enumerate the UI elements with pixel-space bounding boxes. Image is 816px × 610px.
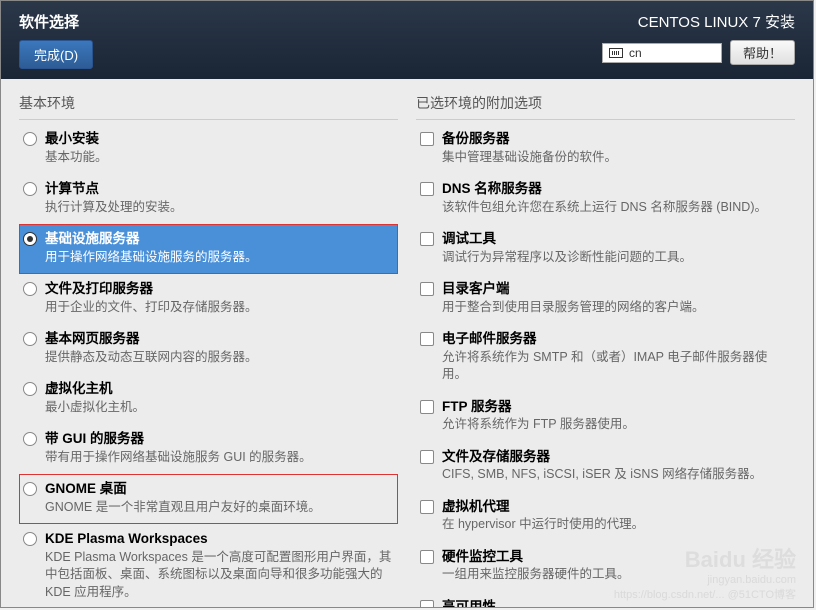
addons-column: 已选环境的附加选项 备份服务器集中管理基础设施备份的软件。DNS 名称服务器该软… <box>416 93 795 607</box>
addon-item[interactable]: FTP 服务器允许将系统作为 FTP 服务器使用。 <box>416 392 795 442</box>
env-item-title: GNOME 桌面 <box>45 480 392 498</box>
checkbox-icon <box>420 332 434 346</box>
addon-item-desc: 用于整合到使用目录服务管理的网络的客户端。 <box>442 299 789 317</box>
checkbox-icon <box>420 132 434 146</box>
env-item-title: 基本网页服务器 <box>45 330 392 348</box>
base-env-item[interactable]: 带 GUI 的服务器带有用于操作网络基础设施服务 GUI 的服务器。 <box>19 424 398 474</box>
env-item-desc: KDE Plasma Workspaces 是一个高度可配置图形用户界面，其中包… <box>45 549 392 602</box>
radio-icon <box>23 232 37 246</box>
base-env-item[interactable]: 文件及打印服务器用于企业的文件、打印及存储服务器。 <box>19 274 398 324</box>
checkbox-icon <box>420 500 434 514</box>
addon-item[interactable]: 电子邮件服务器允许将系统作为 SMTP 和（或者）IMAP 电子邮件服务器使用。 <box>416 324 795 392</box>
env-item-title: 最小安装 <box>45 130 392 148</box>
base-env-heading: 基本环境 <box>19 93 398 120</box>
checkbox-icon <box>420 550 434 564</box>
addon-item-title: 电子邮件服务器 <box>442 330 789 348</box>
radio-icon <box>23 382 37 396</box>
addons-heading: 已选环境的附加选项 <box>416 93 795 120</box>
addon-item[interactable]: 硬件监控工具一组用来监控服务器硬件的工具。 <box>416 542 795 592</box>
addon-item-title: 高可用性 <box>442 598 789 607</box>
base-env-item[interactable]: KDE Plasma WorkspacesKDE Plasma Workspac… <box>19 524 398 607</box>
addon-item[interactable]: 备份服务器集中管理基础设施备份的软件。 <box>416 124 795 174</box>
base-env-item[interactable]: GNOME 桌面GNOME 是一个非常直观且用户友好的桌面环境。 <box>19 474 398 524</box>
addon-item-desc: 一组用来监控服务器硬件的工具。 <box>442 566 789 584</box>
env-item-desc: 用于操作网络基础设施服务的服务器。 <box>45 249 392 267</box>
addon-item-title: FTP 服务器 <box>442 398 789 416</box>
addon-item[interactable]: 目录客户端用于整合到使用目录服务管理的网络的客户端。 <box>416 274 795 324</box>
addon-item-title: 文件及存储服务器 <box>442 448 789 466</box>
done-button[interactable]: 完成(D) <box>19 40 93 69</box>
addon-item-desc: 允许将系统作为 FTP 服务器使用。 <box>442 416 789 434</box>
addon-item-desc: 调试行为异常程序以及诊断性能问题的工具。 <box>442 249 789 267</box>
addon-item[interactable]: 虚拟机代理在 hypervisor 中运行时使用的代理。 <box>416 492 795 542</box>
checkbox-icon <box>420 400 434 414</box>
product-title: CENTOS LINUX 7 安装 <box>602 11 795 32</box>
radio-icon <box>23 532 37 546</box>
env-item-desc: GNOME 是一个非常直观且用户友好的桌面环境。 <box>45 499 392 517</box>
env-item-title: 基础设施服务器 <box>45 230 392 248</box>
radio-icon <box>23 182 37 196</box>
addon-item[interactable]: 文件及存储服务器CIFS, SMB, NFS, iSCSI, iSER 及 iS… <box>416 442 795 492</box>
addon-item-desc: 该软件包组允许您在系统上运行 DNS 名称服务器 (BIND)。 <box>442 199 789 217</box>
env-item-title: KDE Plasma Workspaces <box>45 530 392 548</box>
addons-list[interactable]: 备份服务器集中管理基础设施备份的软件。DNS 名称服务器该软件包组允许您在系统上… <box>416 124 795 607</box>
help-button[interactable]: 帮助！ <box>730 40 795 65</box>
base-environment-column: 基本环境 最小安装基本功能。计算节点执行计算及处理的安装。基础设施服务器用于操作… <box>19 93 398 607</box>
base-env-item[interactable]: 基本网页服务器提供静态及动态互联网内容的服务器。 <box>19 324 398 374</box>
env-item-desc: 带有用于操作网络基础设施服务 GUI 的服务器。 <box>45 449 392 467</box>
radio-icon <box>23 332 37 346</box>
addon-item[interactable]: DNS 名称服务器该软件包组允许您在系统上运行 DNS 名称服务器 (BIND)… <box>416 174 795 224</box>
base-env-item[interactable]: 最小安装基本功能。 <box>19 124 398 174</box>
checkbox-icon <box>420 450 434 464</box>
radio-icon <box>23 432 37 446</box>
addon-item-desc: 集中管理基础设施备份的软件。 <box>442 149 789 167</box>
addon-item[interactable]: 调试工具调试行为异常程序以及诊断性能问题的工具。 <box>416 224 795 274</box>
env-item-title: 虚拟化主机 <box>45 380 392 398</box>
addon-item-title: 备份服务器 <box>442 130 789 148</box>
checkbox-icon <box>420 282 434 296</box>
env-item-desc: 基本功能。 <box>45 149 392 167</box>
addon-item-title: DNS 名称服务器 <box>442 180 789 198</box>
addon-item-desc: 在 hypervisor 中运行时使用的代理。 <box>442 516 789 534</box>
header: 软件选择 完成(D) CENTOS LINUX 7 安装 cn 帮助！ <box>1 1 813 79</box>
base-env-list[interactable]: 最小安装基本功能。计算节点执行计算及处理的安装。基础设施服务器用于操作网络基础设… <box>19 124 398 607</box>
addon-item-desc: CIFS, SMB, NFS, iSCSI, iSER 及 iSNS 网络存储服… <box>442 466 789 484</box>
radio-icon <box>23 132 37 146</box>
checkbox-icon <box>420 600 434 607</box>
addon-item-title: 调试工具 <box>442 230 789 248</box>
addon-item-desc: 允许将系统作为 SMTP 和（或者）IMAP 电子邮件服务器使用。 <box>442 349 789 384</box>
keyboard-icon <box>609 48 623 58</box>
env-item-title: 文件及打印服务器 <box>45 280 392 298</box>
env-item-desc: 执行计算及处理的安装。 <box>45 199 392 217</box>
base-env-item[interactable]: 虚拟化主机最小虚拟化主机。 <box>19 374 398 424</box>
checkbox-icon <box>420 232 434 246</box>
env-item-desc: 最小虚拟化主机。 <box>45 399 392 417</box>
base-env-item[interactable]: 基础设施服务器用于操作网络基础设施服务的服务器。 <box>19 224 398 274</box>
addon-item-title: 虚拟机代理 <box>442 498 789 516</box>
radio-icon <box>23 282 37 296</box>
addon-item-title: 硬件监控工具 <box>442 548 789 566</box>
keyboard-layout-label: cn <box>629 46 642 60</box>
env-item-title: 带 GUI 的服务器 <box>45 430 392 448</box>
addon-item-title: 目录客户端 <box>442 280 789 298</box>
base-env-item[interactable]: 计算节点执行计算及处理的安装。 <box>19 174 398 224</box>
checkbox-icon <box>420 182 434 196</box>
radio-icon <box>23 482 37 496</box>
env-item-title: 计算节点 <box>45 180 392 198</box>
env-item-desc: 提供静态及动态互联网内容的服务器。 <box>45 349 392 367</box>
keyboard-layout-selector[interactable]: cn <box>602 43 722 63</box>
addon-item[interactable]: 高可用性 <box>416 592 795 607</box>
env-item-desc: 用于企业的文件、打印及存储服务器。 <box>45 299 392 317</box>
